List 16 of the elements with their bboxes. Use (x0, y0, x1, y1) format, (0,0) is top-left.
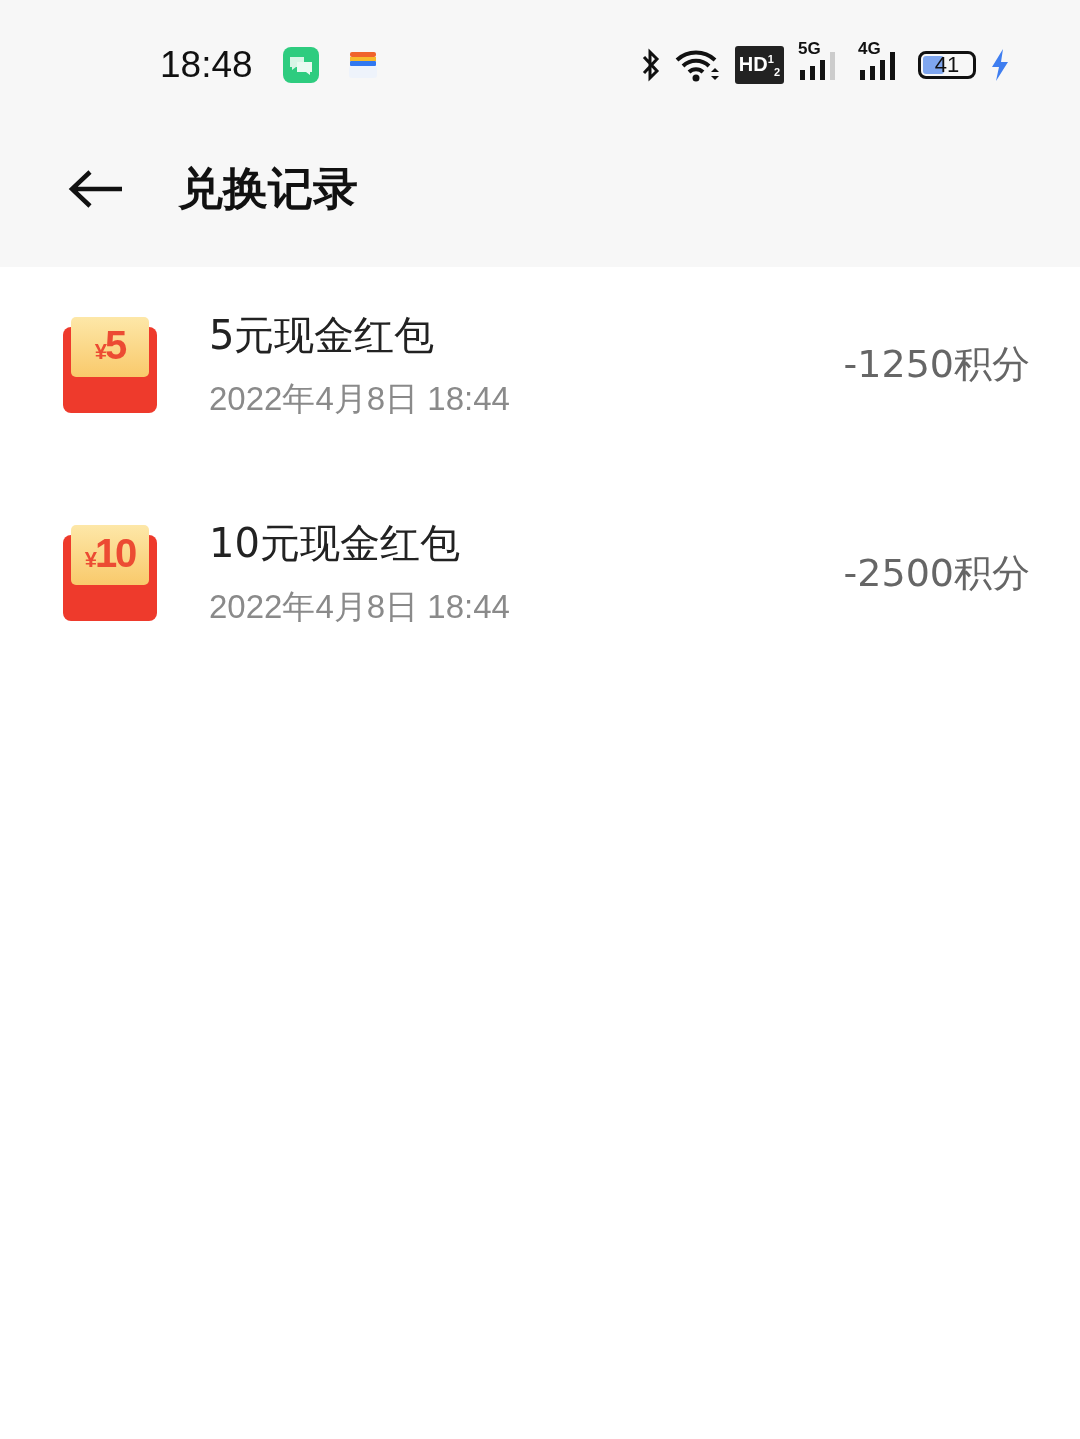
points-amount: -2500积分 (843, 549, 1030, 597)
record-date: 2022年4月8日 18:44 (209, 587, 511, 627)
record-title: 5元现金红包 (209, 310, 436, 360)
back-button[interactable] (68, 168, 124, 209)
points-amount: -1250积分 (843, 341, 1030, 388)
wallet-icon (346, 50, 379, 80)
status-time: 18:48 (160, 44, 253, 86)
record-date: 2022年4月8日 18:44 (209, 378, 511, 419)
battery-indicator: 41 (918, 51, 976, 79)
packet-amount: ¥5 (93, 322, 127, 369)
record-title: 10元现金红包 (209, 519, 461, 568)
packet-amount: ¥10 (83, 531, 137, 577)
bluetooth-icon (640, 48, 661, 82)
chat-bubbles-icon (282, 47, 319, 83)
wifi-icon (674, 48, 721, 82)
page-title: 兑换记录 (178, 160, 358, 217)
